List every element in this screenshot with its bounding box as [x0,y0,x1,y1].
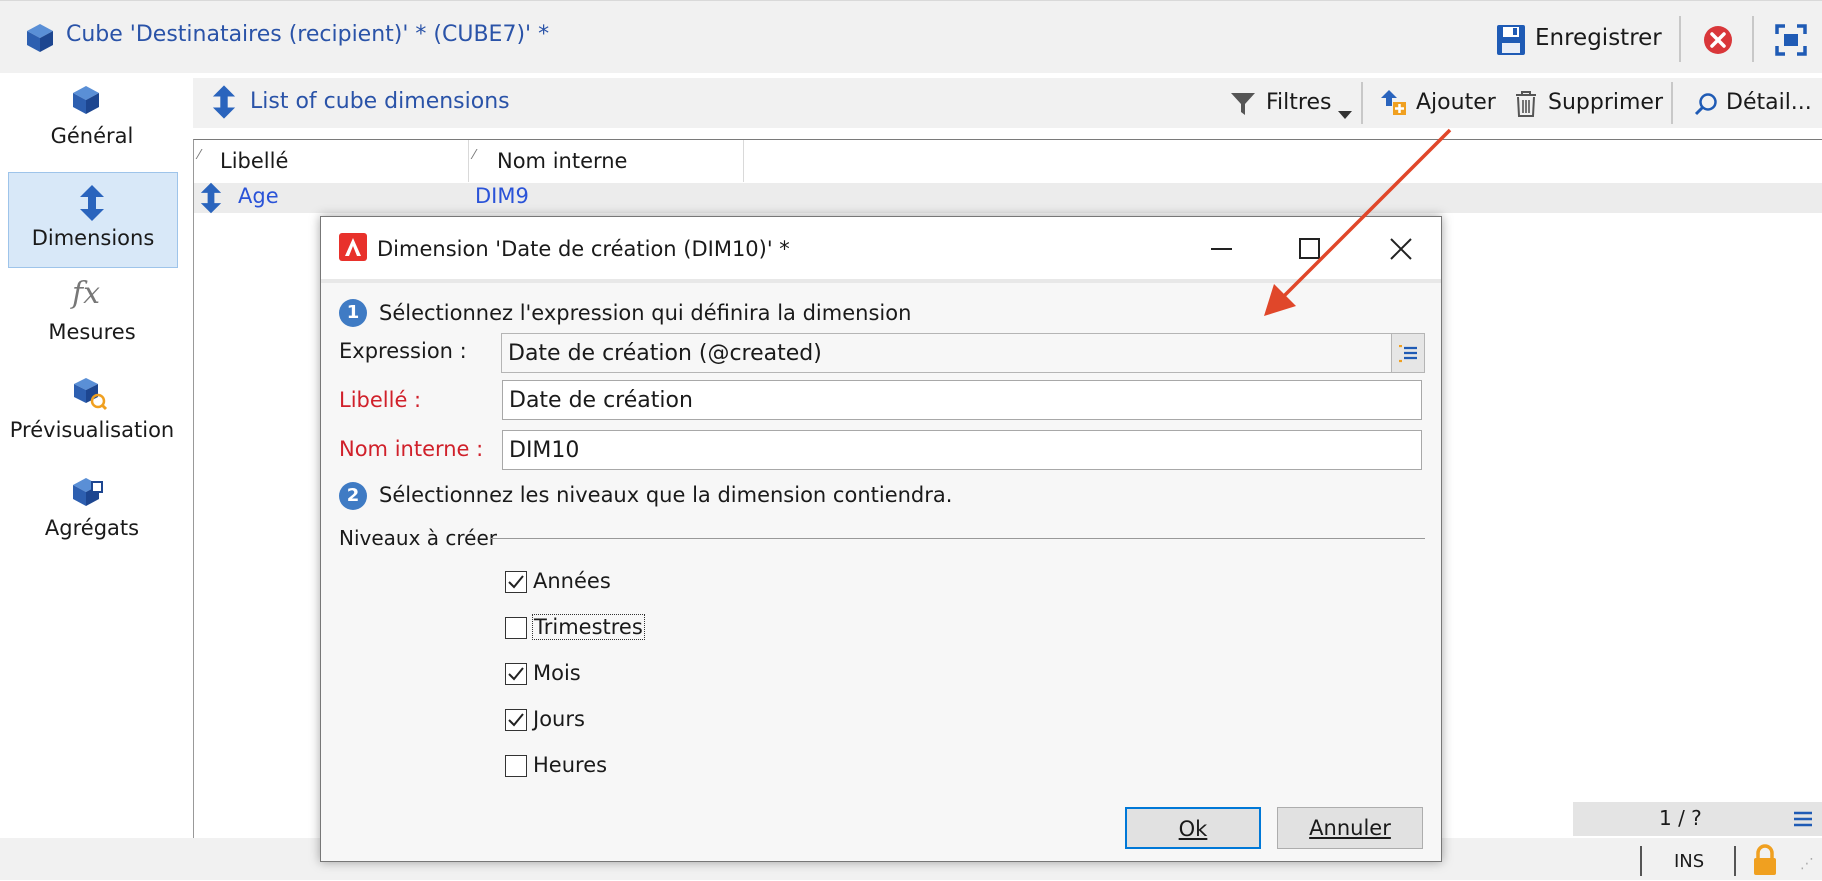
libelle-label: Libellé : [339,388,422,412]
function-icon: fx [72,276,101,311]
step-1-badge: 1 [339,299,367,327]
libelle-field[interactable]: Date de création [502,380,1422,420]
checkbox-label: Mois [533,661,581,685]
edit-expression-icon [1398,344,1418,368]
nom-interne-field[interactable]: DIM10 [502,430,1422,470]
column-label: Nom interne [497,149,628,173]
list-title: List of cube dimensions [250,89,510,114]
column-label: Libellé [220,149,289,173]
checkbox-label: Trimestres [532,614,645,640]
step-1-text: Sélectionnez l'expression qui définira l… [379,301,912,325]
window-title: Cube 'Destinataires (recipient)' * (CUBE… [66,22,550,47]
checkbox-checked[interactable] [505,571,527,593]
level-trimestres-checkbox[interactable]: Trimestres [505,614,705,643]
save-button[interactable]: Enregistrer [1492,20,1662,61]
levels-group-rule [491,538,1425,539]
minimize-icon[interactable] [1201,229,1241,274]
fullscreen-icon[interactable] [1775,24,1807,61]
expression-field[interactable]: Date de création (@created) [501,333,1407,373]
table-row[interactable]: Age DIM9 [194,182,1822,214]
ok-button[interactable]: Ok [1125,807,1261,849]
close-red-icon[interactable] [1703,25,1733,60]
nav-label: Prévisualisation [9,418,175,442]
status-separator [1640,846,1642,876]
levels-group-label: Niveaux à créer [339,526,498,550]
funnel-icon [1230,91,1256,122]
cube-icon [70,84,102,121]
checkbox-label: Jours [533,707,585,731]
magnifier-icon [1694,92,1718,121]
dialog-title: Dimension 'Date de création (DIM10)' * [377,237,790,261]
add-dimension-icon [1380,90,1408,123]
save-label: Enregistrer [1535,25,1662,51]
detail-label: Détail... [1726,90,1812,115]
detail-button[interactable]: Détail... [1690,84,1815,124]
cancel-button[interactable]: Annuler [1277,807,1423,849]
add-label: Ajouter [1416,90,1496,115]
save-icon [1496,24,1526,61]
cube-preview-icon [72,376,108,417]
resize-grip-icon[interactable]: ⋰ [1800,856,1814,872]
nav-dimensions[interactable]: Dimensions [8,172,178,268]
lock-icon [1752,844,1778,881]
toolbar-separator [1679,16,1681,62]
nav-label: Mesures [48,320,136,344]
insert-mode-indicator: INS [1674,851,1705,872]
level-mois-checkbox[interactable]: Mois [505,661,705,689]
cube-aggregate-icon [70,476,106,515]
column-header-nom-interne[interactable]: ⁄ Nom interne [469,140,744,182]
nav-label: Général [50,124,134,148]
menu-icon[interactable] [1793,809,1813,834]
level-heures-checkbox[interactable]: Heures [505,753,705,781]
row-label: Age [238,184,279,208]
add-button[interactable]: Ajouter [1378,84,1496,124]
page-counter: 1 / ? [1659,806,1702,830]
delete-label: Supprimer [1548,90,1664,115]
column-header-libelle[interactable]: ⁄ Libellé [194,140,469,182]
checkbox-label: Heures [533,753,608,777]
row-internal-name: DIM9 [475,184,529,208]
toolbar-separator [1361,82,1363,124]
ok-label: Ok [1178,817,1208,841]
annotation-arrow [1264,128,1452,316]
expression-editor-button[interactable] [1391,333,1425,373]
up-down-arrow-icon [200,182,222,219]
checkbox-unchecked[interactable] [505,617,527,639]
sort-icon: ⁄ [198,148,201,163]
toolbar-separator [1671,82,1673,124]
nav-previsualisation[interactable]: Prévisualisation [8,370,176,460]
filters-dropdown[interactable]: Filtres [1228,84,1358,124]
level-jours-checkbox[interactable]: Jours [505,707,705,735]
status-separator [1734,846,1736,876]
step-2-badge: 2 [339,482,367,510]
adobe-logo-icon [339,233,367,266]
expression-label: Expression : [339,339,467,363]
trash-icon [1514,90,1538,123]
checkbox-checked[interactable] [505,663,527,685]
checkbox-label: Années [533,569,611,593]
step-2-text: Sélectionnez les niveaux que la dimensio… [379,483,953,507]
grid-pagination: 1 / ? [1573,802,1822,836]
up-down-arrow-icon [212,84,236,125]
sort-icon: ⁄ [473,148,476,163]
checkbox-unchecked[interactable] [505,755,527,777]
up-down-arrow-icon [79,185,105,226]
cancel-label: Annuler [1309,816,1391,840]
checkbox-checked[interactable] [505,709,527,731]
toolbar-separator [1752,16,1754,62]
filters-label: Filtres [1266,90,1332,115]
nav-agregats[interactable]: Agrégats [8,470,176,560]
nav-general[interactable]: Général [8,78,176,168]
nav-mesures[interactable]: fx Mesures [8,272,176,362]
nom-interne-label: Nom interne : [339,437,484,461]
nav-label: Agrégats [44,516,140,540]
level-annees-checkbox[interactable]: Années [505,569,705,597]
delete-button[interactable]: Supprimer [1512,84,1663,124]
cube-icon [24,22,56,59]
nav-label: Dimensions [31,226,155,250]
